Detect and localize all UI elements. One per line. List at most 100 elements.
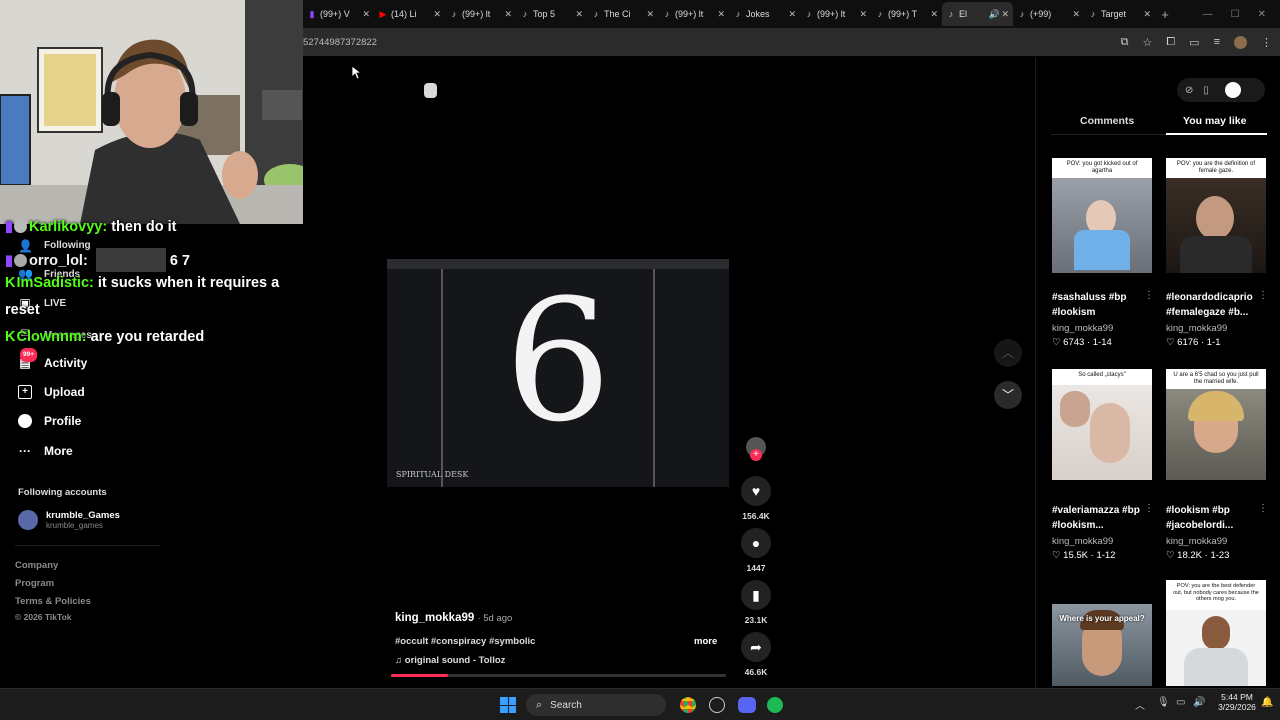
compass-icon[interactable]: ⊘: [1185, 85, 1193, 96]
video-thumbnail[interactable]: POV: you are the best defender out, but …: [1166, 580, 1266, 686]
cast-icon[interactable]: ▭: [1189, 36, 1199, 49]
browser-tab[interactable]: ♪ The Ci ✕: [587, 2, 658, 26]
close-icon[interactable]: ✕: [717, 9, 725, 20]
install-app-icon[interactable]: ⧉: [1121, 36, 1129, 49]
browser-tab[interactable]: ♪ (99+) lt ✕: [658, 2, 729, 26]
close-icon[interactable]: ✕: [433, 9, 441, 20]
close-icon[interactable]: ✕: [1072, 9, 1080, 20]
close-icon[interactable]: ✕: [930, 9, 938, 20]
toggle-knob[interactable]: [1224, 82, 1241, 98]
browser-tab[interactable]: ♪ Top 5 ✕: [516, 2, 587, 26]
sidebar-item-more[interactable]: ··· More: [18, 444, 73, 458]
browser-tab[interactable]: ♪ (+99) ✕: [1013, 2, 1084, 26]
tab-comments[interactable]: Comments: [1080, 115, 1134, 127]
browser-tab[interactable]: ▶ (14) Li ✕: [374, 2, 445, 26]
video-thumbnail[interactable]: Where is your appeal?: [1052, 604, 1152, 686]
card-author[interactable]: king_mokka99: [1052, 536, 1113, 547]
tray-chevron-icon[interactable]: ︿: [1135, 697, 1145, 712]
tab-you-may-like[interactable]: You may like: [1183, 115, 1246, 127]
url-text[interactable]: 52744987372822: [303, 37, 377, 48]
previous-video-button[interactable]: ︿: [994, 339, 1022, 367]
sidebar-item-profile[interactable]: Profile: [18, 414, 81, 428]
taskbar-search[interactable]: ⌕ Search: [526, 694, 666, 716]
close-icon[interactable]: ✕: [575, 9, 583, 20]
video-thumbnail[interactable]: POV: you got kicked out of agartha: [1052, 158, 1152, 273]
heart-outline-icon: ♡: [1166, 550, 1175, 561]
card-title[interactable]: #valeriamazza #bp #lookism...: [1052, 504, 1150, 533]
share-button[interactable]: ➦: [741, 632, 771, 662]
search-icon: ⌕: [536, 698, 543, 711]
follow-plus-icon[interactable]: +: [750, 449, 762, 461]
video-progress-bar[interactable]: [391, 674, 726, 677]
video-hashtags[interactable]: #occult #conspiracy #symbolic: [395, 636, 535, 647]
video-thumbnail[interactable]: POV: you are the definition of female ga…: [1166, 158, 1266, 273]
upload-icon: +: [18, 385, 32, 399]
panel-toggle-group: ⊘ ▯: [1177, 78, 1265, 102]
notification-bell-icon[interactable]: 🔔: [1261, 697, 1273, 708]
more-options-icon[interactable]: ⋮: [1258, 503, 1268, 514]
footer-link-company[interactable]: Company: [15, 560, 58, 571]
spotify-icon[interactable]: [767, 697, 783, 713]
card-title[interactable]: #leonardodicaprio #femalegaze #b...: [1166, 291, 1264, 320]
comment-button[interactable]: ●: [741, 528, 771, 558]
close-window-icon[interactable]: ✕: [1258, 9, 1266, 20]
more-button[interactable]: more: [694, 636, 717, 647]
footer-link-program[interactable]: Program: [15, 578, 54, 589]
bookmark-star-icon[interactable]: ☆: [1142, 36, 1152, 49]
browser-tab[interactable]: ♪ Jokes ✕: [729, 2, 800, 26]
new-tab-button[interactable]: +: [1155, 7, 1175, 22]
following-account[interactable]: krumble_Games krumble_games: [18, 510, 120, 530]
close-icon[interactable]: ✕: [504, 9, 512, 20]
sidebar-item-upload[interactable]: + Upload: [18, 385, 85, 399]
clock[interactable]: 5:44 PM 3/29/2026: [1213, 692, 1261, 712]
creator-avatar[interactable]: +: [746, 437, 766, 461]
card-title[interactable]: #sashaluss #bp #lookism: [1052, 291, 1150, 320]
more-options-icon[interactable]: ⋮: [1144, 503, 1154, 514]
next-video-button[interactable]: ﹀: [994, 381, 1022, 409]
video-author[interactable]: king_mokka99 · 5d ago: [395, 612, 512, 624]
browser-tab[interactable]: ♪ (99+) T ✕: [871, 2, 942, 26]
browser-tab[interactable]: ♪ Target ✕: [1084, 2, 1155, 26]
close-icon[interactable]: ✕: [646, 9, 654, 20]
tab-search-icon[interactable]: ≡: [1214, 36, 1220, 48]
card-author[interactable]: king_mokka99: [1166, 536, 1227, 547]
browser-tab-active[interactable]: ♪ El 🔊 ✕: [942, 2, 1013, 26]
discord-icon[interactable]: [738, 697, 756, 713]
browser-tab[interactable]: ♪ (99+) lt ✕: [800, 2, 871, 26]
chrome-icon[interactable]: [680, 697, 696, 713]
more-options-icon[interactable]: ⋮: [1258, 290, 1268, 301]
video-player[interactable]: 6 SPIRITUAL DESK: [387, 259, 729, 487]
speaker-icon[interactable]: 🔊: [988, 9, 999, 19]
save-button[interactable]: ▮: [741, 580, 771, 610]
close-icon[interactable]: ✕: [1143, 9, 1151, 20]
minimize-icon[interactable]: —: [1203, 9, 1213, 20]
maximize-icon[interactable]: ☐: [1231, 9, 1240, 20]
app-circle-icon[interactable]: [709, 697, 725, 713]
volume-icon[interactable]: 🔊: [1193, 697, 1205, 708]
video-thumbnail[interactable]: U are a 6'5 chad so you just pull the ma…: [1166, 369, 1266, 480]
browser-tab[interactable]: ♪ (99+) lt ✕: [445, 2, 516, 26]
sidebar-item-activity[interactable]: ▤ 99+ Activity: [18, 348, 87, 370]
card-author[interactable]: king_mokka99: [1052, 323, 1113, 334]
browser-tab[interactable]: ▮ (99+) V ✕: [303, 2, 374, 26]
nav-live[interactable]: LIVE: [44, 298, 66, 309]
video-sound[interactable]: ♫ original sound - Tolloz: [395, 655, 505, 666]
extensions-icon[interactable]: ⧠: [1166, 36, 1175, 49]
footer-link-terms[interactable]: Terms & Policies: [15, 596, 91, 607]
volume-toggle-icon[interactable]: [424, 83, 437, 98]
windows-start-icon[interactable]: [500, 697, 516, 713]
card-title[interactable]: #lookism #bp #jacobelordi...: [1166, 504, 1264, 533]
close-icon[interactable]: ✕: [859, 9, 867, 20]
phone-icon[interactable]: ▯: [1203, 85, 1209, 96]
close-icon[interactable]: ✕: [1001, 9, 1009, 20]
network-icon[interactable]: ▭: [1176, 697, 1185, 708]
video-thumbnail[interactable]: So called „stacys": [1052, 369, 1152, 480]
close-icon[interactable]: ✕: [788, 9, 796, 20]
card-author[interactable]: king_mokka99: [1166, 323, 1227, 334]
close-icon[interactable]: ✕: [362, 9, 370, 20]
menu-kebab-icon[interactable]: ⋮: [1261, 36, 1272, 49]
microphone-icon[interactable]: 🎙: [1157, 697, 1170, 708]
like-button[interactable]: ♥: [741, 476, 771, 506]
more-options-icon[interactable]: ⋮: [1144, 290, 1154, 301]
profile-avatar-icon[interactable]: [1234, 35, 1247, 49]
